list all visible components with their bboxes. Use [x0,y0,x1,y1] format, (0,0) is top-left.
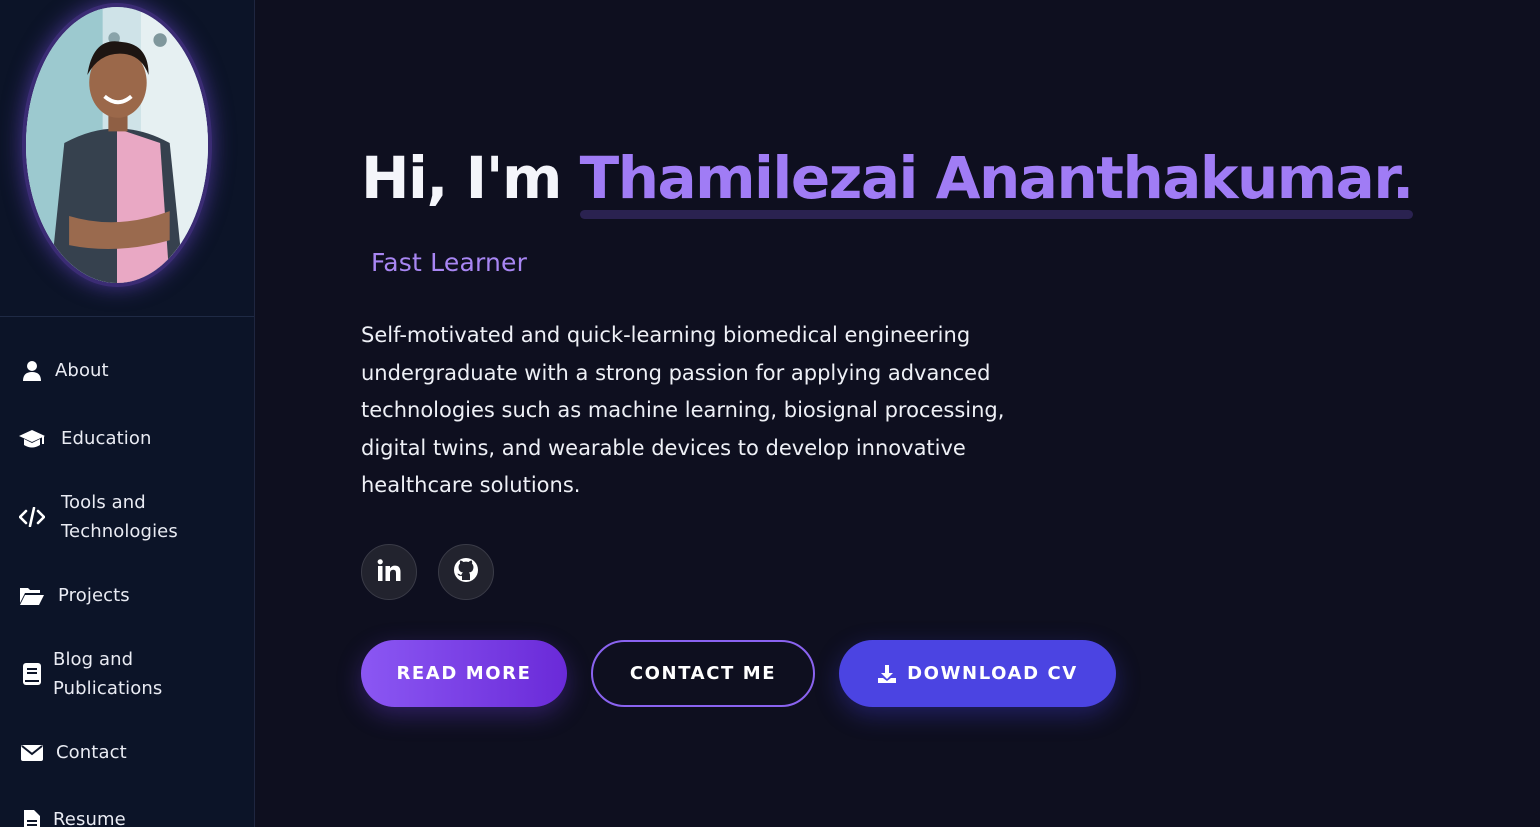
sidebar-item-label: Tools and Technologies [61,492,178,542]
sidebar-item-label: Projects [58,585,130,606]
github-icon [453,557,479,587]
book-icon [19,663,45,685]
sidebar-item-label: Education [61,428,152,449]
hero-section: Hi, I'm Thamilezai Ananthakumar. Fast Le… [255,0,1540,827]
sidebar-item-blog[interactable]: Blog and Publications [0,645,254,703]
sidebar-item-contact[interactable]: Contact [0,738,254,767]
download-icon [877,664,897,684]
user-icon [19,360,45,382]
profile-avatar [22,3,212,287]
code-icon [19,506,45,528]
hero-subtitle: Fast Learner [371,248,528,277]
folder-open-icon [19,585,45,607]
profile-section [0,0,254,317]
linkedin-icon [377,559,401,585]
hero-bio: Self-motivated and quick-learning biomed… [361,323,1005,497]
hero-name: Thamilezai Ananthakumar. [579,140,1414,219]
sidebar-item-about[interactable]: About [0,356,254,385]
profile-photo [26,7,208,283]
contact-me-button[interactable]: CONTACT ME [591,640,815,707]
hero-greeting: Hi, I'm [361,144,580,212]
linkedin-link[interactable] [361,544,417,600]
file-icon [19,809,45,827]
download-cv-button[interactable]: DOWNLOAD CV [839,640,1116,707]
download-cv-label: DOWNLOAD CV [907,663,1078,684]
sidebar-item-projects[interactable]: Projects [0,581,254,610]
sidebar: About Education Tools and Technologies P… [0,0,255,827]
sidebar-item-education[interactable]: Education [0,424,254,453]
read-more-button[interactable]: READ MORE [361,640,567,707]
graduation-cap-icon [19,428,45,450]
sidebar-item-resume[interactable]: Resume [0,805,254,827]
sidebar-item-label: Resume [53,809,126,827]
sidebar-item-label: Blog and Publications [53,649,163,699]
sidebar-item-label: About [55,360,109,381]
envelope-icon [19,742,45,764]
github-link[interactable] [438,544,494,600]
hero-title: Hi, I'm Thamilezai Ananthakumar. [361,140,1414,219]
sidebar-item-tools[interactable]: Tools and Technologies [0,488,254,546]
sidebar-item-label: Contact [56,742,127,763]
